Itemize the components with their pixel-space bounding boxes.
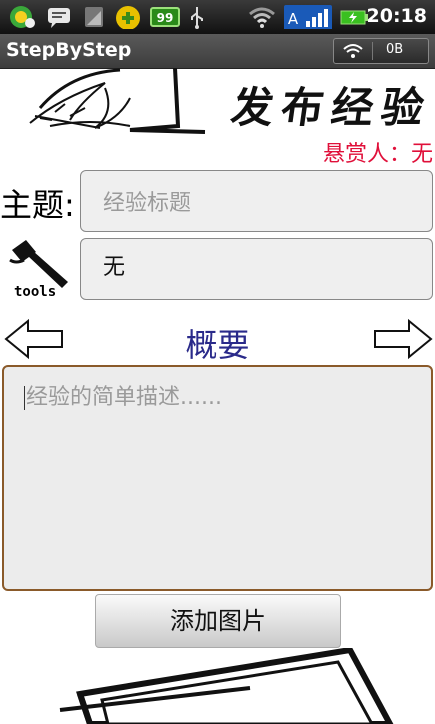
network-traffic-widget[interactable]: 0B (333, 38, 429, 64)
wifi-icon (343, 44, 363, 58)
message-icon (48, 8, 70, 28)
svg-text:A: A (288, 10, 299, 28)
app-title-bar: StepByStep 0B (0, 34, 435, 69)
traffic-counter: 0B (386, 42, 404, 57)
quill-sketch-icon (29, 68, 206, 134)
svg-text:99: 99 (157, 11, 174, 25)
app-notification-icon (10, 6, 35, 28)
signal-strength-icon: A (284, 5, 332, 29)
add-app-icon (116, 6, 140, 29)
page-heading: 发布经验 (228, 83, 435, 132)
title-placeholder: 经验标题 (103, 191, 192, 216)
arrow-right-icon[interactable] (371, 318, 433, 360)
battery-percent-icon: 99 (150, 7, 180, 27)
banner: 发布经验 (0, 68, 435, 138)
photo-placeholder-icon (59, 648, 394, 724)
battery-charging-icon (340, 10, 368, 25)
app-title: StepByStep (6, 39, 132, 61)
usb-icon (191, 7, 203, 29)
description-placeholder: 经验的简单描述...... (26, 385, 222, 410)
tools-value: 无 (103, 255, 126, 280)
experience-title-input[interactable]: 经验标题 (80, 170, 433, 232)
sim-card-icon (85, 7, 103, 27)
clock: 20:18 (366, 5, 427, 27)
text-cursor (24, 386, 25, 410)
tools-input[interactable]: 无 (80, 238, 433, 300)
add-image-button[interactable]: 添加图片 (95, 594, 341, 648)
divider (372, 42, 373, 60)
summary-heading: 概要 (185, 326, 250, 364)
wifi-icon (249, 7, 275, 28)
status-bar: 99 A 20:18 (0, 0, 435, 34)
reward-info: 悬赏人：无 (322, 142, 433, 167)
tools-label: tools (14, 284, 57, 300)
topic-label: 主题: (0, 186, 75, 224)
description-textarea[interactable]: 经验的简单描述...... (2, 365, 433, 591)
